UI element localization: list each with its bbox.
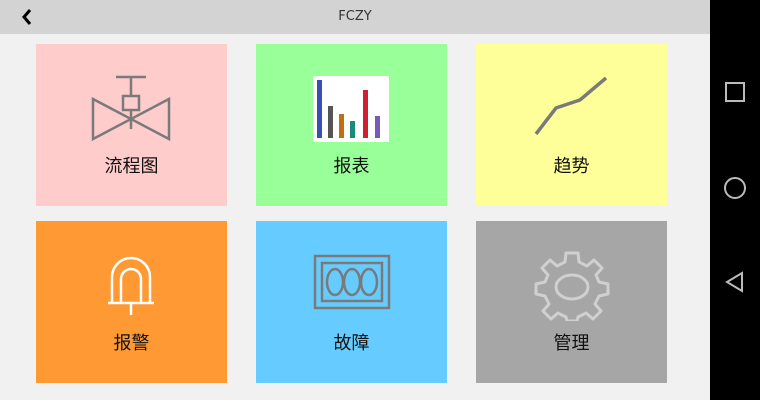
tile-alarm[interactable]: 报警 [36, 221, 227, 383]
home-button[interactable] [723, 176, 747, 200]
tile-label: 流程图 [104, 156, 159, 177]
fault-panel-icon [313, 254, 391, 310]
bar-chart-icon [313, 76, 389, 142]
page-title: FCZY [338, 9, 372, 24]
tile-label: 故障 [333, 333, 370, 354]
tile-trend[interactable]: 趋势 [476, 44, 667, 206]
alarm-light-icon [108, 256, 154, 315]
tile-label: 管理 [553, 333, 590, 354]
recent-apps-button[interactable] [723, 80, 747, 104]
tile-fault[interactable]: 故障 [256, 221, 447, 383]
square-icon [725, 82, 745, 102]
circle-icon [724, 177, 746, 199]
trend-line-icon [534, 76, 608, 136]
android-nav-bar [710, 0, 760, 400]
tile-flowchart[interactable]: 流程图 [36, 44, 227, 206]
top-bar: FCZY [0, 0, 710, 34]
tile-label: 报警 [113, 333, 150, 354]
nav-back-button[interactable] [723, 270, 747, 294]
tile-report[interactable]: 报表 [256, 44, 447, 206]
triangle-back-icon [725, 271, 743, 293]
tile-management[interactable]: 管理 [476, 221, 667, 383]
app-screen: FCZY 流程图 报表 趋势 报警 故障 管理 [0, 0, 710, 400]
gear-icon [534, 251, 610, 321]
tile-label: 趋势 [553, 156, 590, 177]
tile-label: 报表 [333, 156, 370, 177]
valve-icon [91, 75, 171, 142]
